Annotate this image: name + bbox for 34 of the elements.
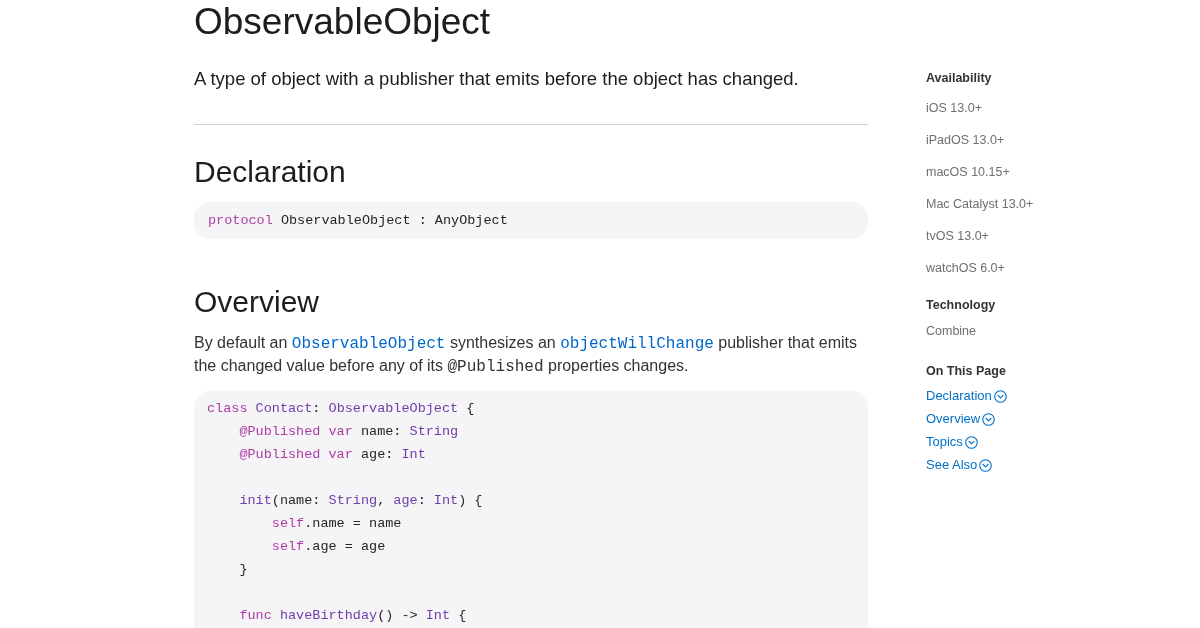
- page-title: ObservableObject: [194, 0, 491, 44]
- chevron-down-circle-icon: [982, 412, 996, 426]
- platform-version: tvOS 13.0+: [926, 228, 989, 245]
- code-line: self.name = name: [270, 515, 402, 533]
- platform-version: Mac Catalyst 13.0+: [926, 196, 1034, 213]
- symbol-link[interactable]: objectWillChange: [560, 335, 714, 353]
- code-line: func haveBirthday() -> Int {: [238, 607, 467, 625]
- code-line: }: [238, 561, 248, 579]
- symbol-link[interactable]: ObservableObject: [291, 335, 446, 353]
- platform-version: iOS 13.0+: [926, 100, 982, 117]
- section-heading: Overview: [194, 284, 320, 320]
- code-line: @Published var age: Int: [238, 446, 426, 464]
- chevron-down-circle-icon: [964, 435, 978, 449]
- sidebar-heading: Availability: [926, 70, 992, 87]
- chevron-down-circle-icon: [993, 389, 1007, 403]
- sidebar-heading: Technology: [926, 297, 996, 314]
- platform-version: macOS 10.15+: [926, 164, 1010, 181]
- chevron-down-circle-icon: [979, 458, 993, 472]
- on-this-page-link[interactable]: Topics: [926, 433, 978, 451]
- overview-text: By default an ObservableObject synthesizes an objectWillChange publisher that emits the changed value before any of its @Published properties changes.: [194, 333, 858, 377]
- platform-version: watchOS 6.0+: [926, 260, 1005, 277]
- technology-link[interactable]: Combine: [926, 321, 977, 341]
- on-this-page-link[interactable]: Overview: [926, 410, 996, 428]
- section-heading: Declaration: [194, 154, 346, 190]
- code-line: class Contact: ObservableObject {: [207, 400, 475, 418]
- declaration-code: protocol ObservableObject : AnyObject: [194, 202, 868, 239]
- on-this-page-link[interactable]: See Also: [926, 456, 993, 474]
- sidebar-heading: On This Page: [926, 363, 1006, 380]
- code-line: init(name: String, age: Int) {: [238, 492, 483, 510]
- abstract-text: A type of object with a publisher that emits before the object has changed.: [194, 67, 799, 91]
- platform-version: iPadOS 13.0+: [926, 132, 1005, 149]
- on-this-page-link[interactable]: Declaration: [926, 387, 1007, 405]
- code-line: @Published var name: String: [238, 423, 459, 441]
- code-line: self.age = age: [270, 538, 386, 556]
